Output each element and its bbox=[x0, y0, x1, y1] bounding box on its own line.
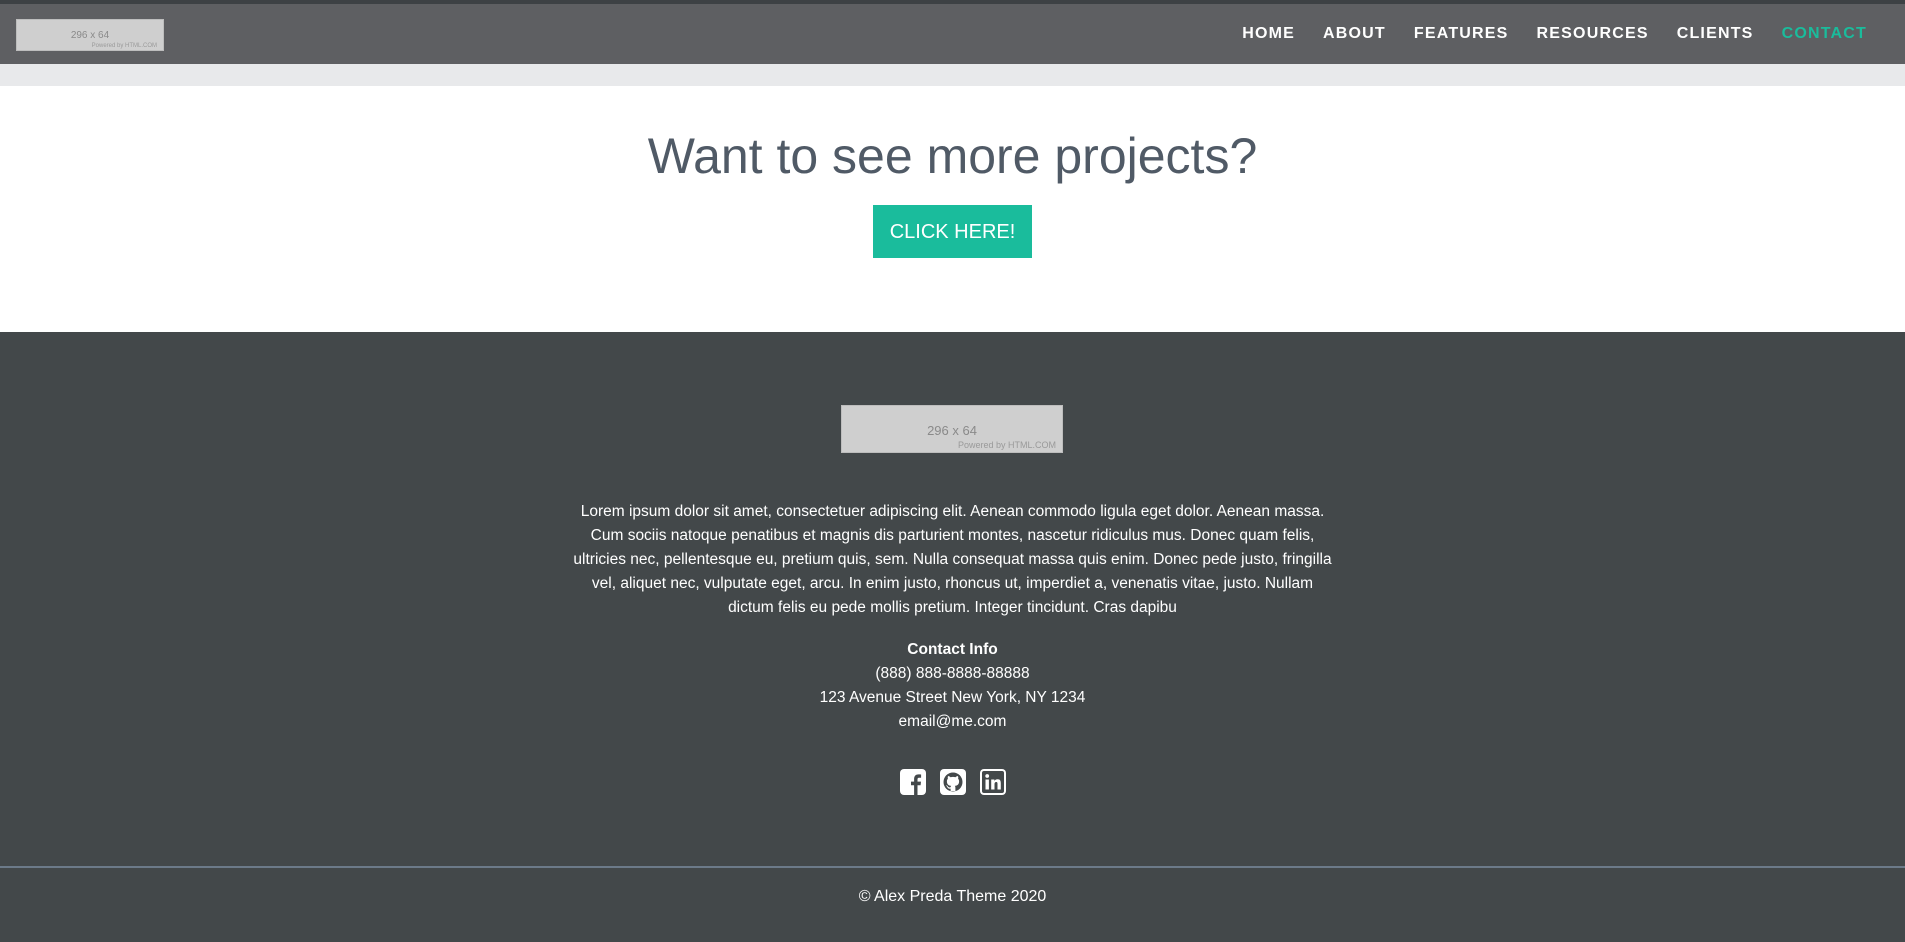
nav-contact[interactable]: CONTACT bbox=[1782, 25, 1867, 43]
contact-address: 123 Avenue Street New York, NY 1234 bbox=[819, 689, 1086, 706]
nav-about[interactable]: ABOUT bbox=[1323, 25, 1386, 43]
section-divider-band bbox=[0, 64, 1905, 86]
contact-email: email@me.com bbox=[898, 713, 1007, 730]
nav-links: HOME ABOUT FEATURES RESOURCES CLIENTS CO… bbox=[1214, 4, 1867, 64]
linkedin-icon[interactable] bbox=[979, 768, 1007, 796]
footer-description: Lorem ipsum dolor sit amet, consectetuer… bbox=[573, 503, 1332, 616]
copyright-text: © Alex Preda Theme 2020 bbox=[858, 888, 1047, 905]
github-icon[interactable] bbox=[939, 768, 967, 796]
logo-dimensions: 296 x 64 bbox=[70, 30, 110, 41]
nav-clients[interactable]: CLIENTS bbox=[1677, 25, 1754, 43]
facebook-icon[interactable] bbox=[899, 768, 927, 796]
nav-home[interactable]: HOME bbox=[1242, 25, 1295, 43]
copyright-bar: © Alex Preda Theme 2020 bbox=[0, 868, 1905, 942]
nav-features[interactable]: FEATURES bbox=[1414, 25, 1509, 43]
navbar: 296 x 64 Powered by HTML.COM HOME ABOUT … bbox=[0, 4, 1905, 64]
cta-section: Want to see more projects? CLICK HERE! bbox=[0, 86, 1905, 332]
nav-resources[interactable]: RESOURCES bbox=[1537, 25, 1649, 43]
site-logo[interactable]: 296 x 64 Powered by HTML.COM bbox=[16, 19, 164, 51]
footer-logo: 296 x 64 Powered by HTML.COM bbox=[841, 405, 1063, 453]
logo-powered-by: Powered by HTML.COM bbox=[91, 43, 157, 49]
contact-info: Contact Info (888) 888-8888-88888 123 Av… bbox=[0, 638, 1905, 734]
click-here-button[interactable]: CLICK HERE! bbox=[873, 204, 1032, 258]
footer: 296 x 64 Powered by HTML.COM Lorem ipsum… bbox=[0, 332, 1905, 866]
footer-logo-powered-by: Powered by HTML.COM bbox=[957, 440, 1056, 450]
cta-title: Want to see more projects? bbox=[647, 128, 1258, 184]
social-links bbox=[0, 768, 1905, 796]
contact-phone: (888) 888-8888-88888 bbox=[875, 665, 1030, 682]
contact-info-title: Contact Info bbox=[907, 641, 998, 658]
footer-logo-dimensions: 296 x 64 bbox=[927, 423, 977, 438]
